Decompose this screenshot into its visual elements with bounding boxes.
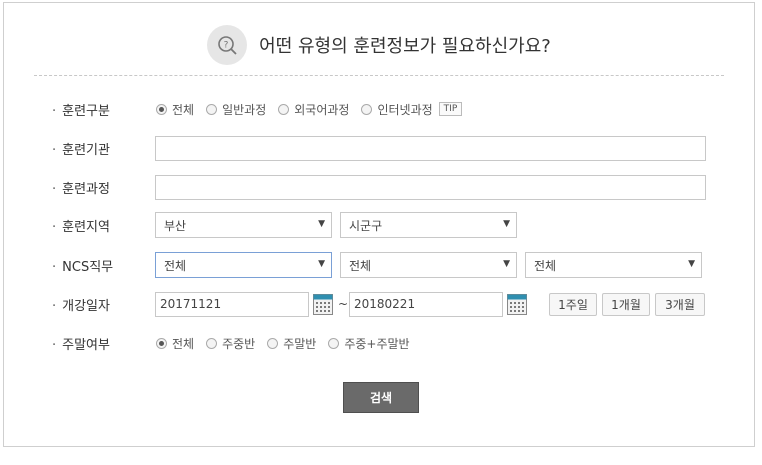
- select-value: 전체: [349, 258, 372, 273]
- ncs-row: NCS직무 전체 ▼ 전체 ▼ 전체 ▼: [4, 250, 754, 280]
- select-value: 전체: [534, 258, 557, 273]
- radio-label: 인터넷과정: [377, 102, 433, 117]
- svg-text:?: ?: [224, 41, 229, 51]
- tip-button[interactable]: TIP: [438, 102, 463, 116]
- region-district-select[interactable]: 시군구 ▼: [340, 212, 517, 238]
- course-row: 훈련과정: [4, 172, 754, 202]
- radio-training-all[interactable]: 전체: [156, 101, 194, 118]
- start-date-from-input[interactable]: 20171121: [155, 291, 309, 317]
- ncs-level1-select[interactable]: 전체 ▼: [155, 252, 332, 278]
- weekend-radios: 전체 주중반 주말반 주중+주말반: [156, 335, 422, 352]
- radio-training-general[interactable]: 일반과정: [206, 101, 266, 118]
- search-button[interactable]: 검색: [343, 382, 419, 413]
- date-range-separator: ~: [338, 297, 349, 311]
- radio-dot[interactable]: [156, 103, 167, 115]
- training-type-row: 훈련구분 전체 일반과정 외국어과정 인터넷과정 TIP: [4, 94, 754, 124]
- calendar-icon[interactable]: [313, 294, 333, 315]
- weekend-row: 주말여부 전체 주중반 주말반 주중+주말반: [4, 328, 754, 358]
- dropdown-arrow-icon: ▼: [318, 219, 325, 229]
- training-type-label: 훈련구분: [52, 100, 110, 119]
- institution-row: 훈련기관: [4, 133, 754, 163]
- select-value: 부산: [164, 218, 187, 233]
- start-date-label: 개강일자: [52, 295, 110, 314]
- radio-training-internet[interactable]: 인터넷과정: [361, 101, 433, 118]
- radio-weekday-weekend[interactable]: 주중+주말반: [328, 335, 410, 352]
- radio-label: 외국어과정: [294, 102, 350, 117]
- radio-weekend-all[interactable]: 전체: [156, 335, 194, 352]
- radio-dot[interactable]: [206, 337, 218, 349]
- dropdown-arrow-icon: ▼: [503, 219, 510, 229]
- radio-dot[interactable]: [267, 337, 279, 349]
- select-value: 전체: [164, 258, 187, 273]
- period-1month-button[interactable]: 1개월: [602, 293, 650, 316]
- period-3month-button[interactable]: 3개월: [655, 293, 705, 316]
- weekend-label: 주말여부: [52, 334, 110, 353]
- calendar-icon[interactable]: [507, 294, 527, 315]
- course-input[interactable]: [155, 174, 706, 200]
- radio-label: 전체: [172, 336, 195, 351]
- period-1week-button[interactable]: 1주일: [549, 293, 597, 316]
- dropdown-arrow-icon: ▼: [688, 259, 695, 269]
- region-label: 훈련지역: [52, 216, 110, 235]
- radio-dot[interactable]: [361, 103, 373, 115]
- search-header: ? 어떤 유형의 훈련정보가 필요하신가요?: [4, 23, 754, 67]
- radio-dot[interactable]: [278, 103, 290, 115]
- ncs-level2-select[interactable]: 전체 ▼: [340, 252, 517, 278]
- institution-label: 훈련기관: [52, 139, 110, 158]
- start-date-row: 개강일자 20171121 ~ 20180221 1주일 1개월 3개월: [4, 289, 754, 319]
- header-divider: [34, 75, 724, 76]
- region-row: 훈련지역 부산 ▼ 시군구 ▼: [4, 210, 754, 240]
- radio-label: 주말반: [283, 336, 317, 351]
- radio-dot[interactable]: [156, 337, 167, 349]
- institution-input[interactable]: [155, 135, 706, 161]
- radio-training-language[interactable]: 외국어과정: [278, 101, 349, 118]
- page-title: 어떤 유형의 훈련정보가 필요하신가요?: [259, 36, 551, 57]
- radio-label: 전체: [172, 102, 195, 117]
- course-label: 훈련과정: [52, 178, 110, 197]
- radio-dot[interactable]: [206, 103, 218, 115]
- radio-label: 일반과정: [222, 102, 267, 117]
- radio-label: 주중반: [222, 336, 256, 351]
- dropdown-arrow-icon: ▼: [318, 259, 325, 269]
- ncs-level3-select[interactable]: 전체 ▼: [525, 252, 702, 278]
- region-city-select[interactable]: 부산 ▼: [155, 212, 332, 238]
- select-value: 시군구: [349, 218, 383, 233]
- search-question-icon: ?: [207, 25, 248, 65]
- radio-label: 주중+주말반: [344, 336, 410, 351]
- radio-dot[interactable]: [328, 337, 340, 349]
- radio-weekday[interactable]: 주중반: [206, 335, 255, 352]
- dropdown-arrow-icon: ▼: [503, 259, 510, 269]
- ncs-label: NCS직무: [52, 256, 113, 275]
- start-date-to-input[interactable]: 20180221: [349, 291, 503, 317]
- training-type-radios: 전체 일반과정 외국어과정 인터넷과정 TIP: [156, 101, 463, 118]
- radio-weekend[interactable]: 주말반: [267, 335, 316, 352]
- search-panel: ? 어떤 유형의 훈련정보가 필요하신가요? 훈련구분 전체 일반과정 외국어과…: [3, 2, 755, 447]
